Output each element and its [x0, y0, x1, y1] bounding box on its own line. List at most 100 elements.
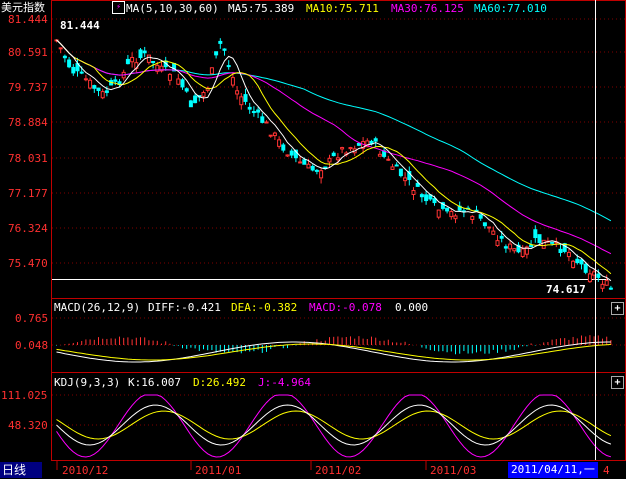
- candle-body: [251, 111, 256, 114]
- ma30-value: MA30:76.125: [391, 2, 464, 15]
- candle-body: [491, 230, 496, 235]
- candle-body: [520, 248, 525, 257]
- ma10-line: [56, 39, 612, 275]
- kdj-params-label: KDJ(9,3,3): [54, 376, 121, 389]
- candle-body: [394, 164, 399, 167]
- x-tick-month: 2011/02: [315, 464, 362, 477]
- candle-body: [180, 79, 185, 88]
- candle-body: [100, 91, 105, 99]
- candle-body: [167, 73, 172, 81]
- candle-body: [541, 239, 546, 249]
- candle-body: [348, 147, 353, 150]
- indicator-switch-icon[interactable]: ⚡: [112, 1, 125, 14]
- candle-body: [508, 243, 513, 250]
- candle-body: [277, 139, 282, 147]
- candle-body: [222, 48, 227, 51]
- candle-body: [499, 235, 504, 239]
- candle-body: [125, 58, 130, 65]
- candle-body: [436, 209, 441, 218]
- ma60-line: [56, 39, 612, 222]
- candle-body: [533, 229, 538, 239]
- candle-body: [146, 54, 151, 63]
- candle-body: [608, 287, 613, 290]
- kdj-k-line: [56, 404, 612, 446]
- candle-body: [470, 215, 475, 220]
- candle-body: [79, 71, 84, 74]
- candle-body: [596, 273, 601, 278]
- candle-body: [377, 153, 382, 157]
- candle-body: [419, 194, 424, 198]
- candle-body: [445, 207, 450, 212]
- low-price-marker: 74.617: [546, 283, 586, 296]
- x-tick-month: 2011/03: [430, 464, 477, 477]
- candle-body: [310, 165, 315, 171]
- candle-body: [138, 49, 143, 59]
- candle-body: [235, 90, 240, 95]
- cursor-date-box: 2011/04/11,一: [508, 462, 598, 478]
- macd-dea-line: [56, 343, 611, 361]
- candle-body: [386, 158, 391, 161]
- candle-body: [88, 79, 93, 89]
- candle-body: [209, 67, 214, 75]
- candle-body: [604, 280, 609, 286]
- ma60-value: MA60:77.010: [474, 2, 547, 15]
- candle-body: [390, 166, 395, 170]
- candle-body: [142, 50, 147, 54]
- ma10-value: MA10:75.711: [306, 2, 379, 15]
- x-axis-ticks: [56, 460, 427, 470]
- candle-body: [268, 134, 273, 137]
- expand-plus-icon[interactable]: +: [611, 302, 624, 315]
- y-tick: 78.031: [8, 152, 48, 165]
- candle-body: [188, 100, 193, 108]
- kdj-y-tick: 111.025: [1, 389, 48, 402]
- candle-body: [272, 132, 277, 137]
- candle-body: [331, 152, 336, 157]
- macd-dea-value: DEA:-0.382: [231, 301, 298, 314]
- kdj-j-line: [56, 394, 612, 458]
- candle-body: [113, 79, 118, 82]
- candle-body: [83, 78, 88, 81]
- candle-body: [571, 260, 576, 269]
- macd-params-label: MACD(26,12,9): [54, 301, 141, 314]
- chart-canvas: [51, 0, 626, 470]
- candle-body: [96, 87, 101, 92]
- ma5-value: MA5:75.389: [228, 2, 295, 15]
- candle-body: [575, 258, 580, 264]
- x-tick-month: 2011/01: [195, 464, 242, 477]
- kdj-y-tick: 48.320: [8, 419, 48, 432]
- period-selector[interactable]: 日线: [0, 462, 42, 478]
- candle-body: [432, 198, 437, 204]
- expand-plus-icon[interactable]: +: [611, 376, 624, 389]
- candle-body: [92, 85, 97, 89]
- candle-body: [151, 61, 156, 64]
- candle-body: [104, 90, 109, 93]
- candle-body: [503, 246, 508, 249]
- y-tick: 75.470: [8, 257, 48, 270]
- macd-y-tick: 0.765: [15, 312, 49, 325]
- candle-body: [566, 251, 571, 258]
- candle-body: [373, 138, 378, 142]
- candle-body: [550, 241, 555, 244]
- candle-body: [298, 161, 303, 164]
- candle-body: [218, 40, 223, 44]
- candle-body: [260, 116, 265, 123]
- candle-body: [415, 182, 420, 187]
- candle-body: [230, 77, 235, 86]
- candle-body: [537, 234, 542, 244]
- candle-body: [449, 211, 454, 218]
- candle-body: [226, 65, 231, 68]
- candle-body: [281, 144, 286, 151]
- chart-frame: [51, 0, 626, 461]
- candle-body: [587, 273, 592, 283]
- candle-body: [600, 283, 605, 289]
- candle-body: [58, 47, 63, 50]
- candle-body: [314, 169, 319, 172]
- y-tick: 77.177: [8, 187, 48, 200]
- kdj-d-line: [56, 410, 612, 440]
- x-tick-tail: 4: [603, 464, 610, 477]
- macd-zero-value: 0.000: [395, 301, 429, 314]
- candle-body: [583, 263, 588, 273]
- candle-body: [529, 244, 534, 248]
- ma-params-label: MA(5,10,30,60): [126, 2, 219, 15]
- candle-body: [71, 66, 76, 74]
